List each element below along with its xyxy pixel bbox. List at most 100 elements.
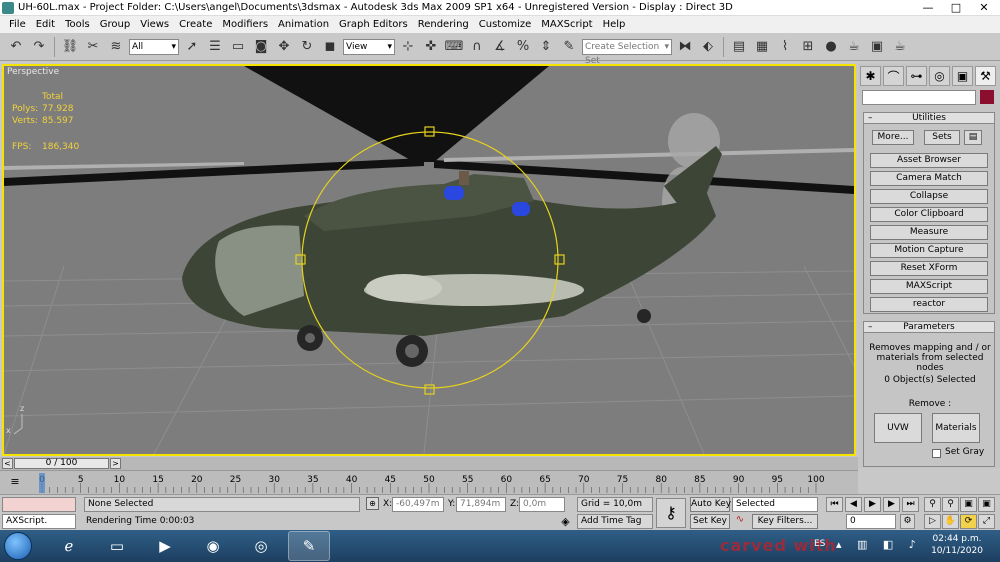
time-slider[interactable]: < 0 / 100 > [0,457,858,470]
redo-icon[interactable]: ↷ [29,37,49,57]
unlink-icon[interactable]: ✂ [83,37,103,57]
named-selection-set-dropdown[interactable]: Create Selection Set [582,38,672,66]
previous-frame-icon[interactable]: < [2,458,13,469]
x-coordinate-field[interactable]: -60,497m [392,497,444,512]
color-clipboard-button[interactable]: Color Clipboard [870,207,988,222]
collapse-button[interactable]: Collapse [870,189,988,204]
key-filters-button[interactable]: Key Filters... [752,514,818,529]
media-player-icon[interactable]: ▶ [144,531,186,561]
lock-selection-icon[interactable]: ⊕ [366,497,379,510]
material-editor-icon[interactable]: ● [821,37,841,57]
utilities-tab-icon[interactable]: ⚒ [975,66,996,86]
remove-materials-button[interactable]: Materials [932,413,980,443]
add-time-tag-button[interactable]: Add Time Tag [577,514,653,529]
file-explorer-icon[interactable]: ▭ [96,531,138,561]
graphite-icon[interactable]: ▦ [752,37,772,57]
pan-view-icon[interactable]: ✋ [942,514,959,529]
menu-graph-editors[interactable]: Graph Editors [334,16,413,33]
menu-group[interactable]: Group [95,16,135,33]
select-by-name-icon[interactable]: ☰ [205,37,225,57]
next-frame-icon[interactable]: > [110,458,121,469]
time-configuration-icon[interactable]: ⚙ [900,514,915,529]
current-frame-field[interactable]: 0 [846,514,896,529]
keyboard-shortcut-icon[interactable]: ⌨ [444,37,464,57]
more-button[interactable]: More... [872,130,914,145]
set-gray-checkbox[interactable] [932,449,941,458]
perspective-viewport[interactable]: Perspective Total Polys: 77.928 Verts: 8… [2,64,856,456]
layer-manager-icon[interactable]: ▤ [729,37,749,57]
edit-named-sets-icon[interactable]: ✎ [559,37,579,57]
maximize-button[interactable]: □ [942,0,970,16]
menu-rendering[interactable]: Rendering [413,16,474,33]
y-coordinate-field[interactable]: 71,894m [456,497,506,512]
mini-curve-editor-icon[interactable]: ≡ [8,475,22,489]
go-to-end-icon[interactable]: ⏭ [902,497,919,512]
quick-render-icon[interactable]: ☕ [890,37,910,57]
close-button[interactable]: ✕ [970,0,998,16]
rendered-frame-icon[interactable]: ▣ [867,37,887,57]
set-key-icon[interactable]: ⚷ [656,498,686,528]
align-icon[interactable]: ⬖ [698,37,718,57]
parameters-rollout-header[interactable]: – Parameters [863,321,995,333]
key-mode-dropdown[interactable]: Selected [732,497,818,512]
asset-browser-button[interactable]: Asset Browser [870,153,988,168]
menu-create[interactable]: Create [174,16,217,33]
menu-edit[interactable]: Edit [31,16,60,33]
menu-tools[interactable]: Tools [60,16,95,33]
previous-key-icon[interactable]: ◀ [845,497,862,512]
curve-editor-icon[interactable]: ⌇ [775,37,795,57]
play-icon[interactable]: ▶ [864,497,881,512]
schematic-view-icon[interactable]: ⊞ [798,37,818,57]
maxscript-mini-listener-top[interactable] [2,497,76,512]
go-to-start-icon[interactable]: ⏮ [826,497,843,512]
next-key-icon[interactable]: ▶ [883,497,900,512]
menu-modifiers[interactable]: Modifiers [217,16,273,33]
auto-key-button[interactable]: Auto Key [690,497,731,512]
motion-capture-button[interactable]: Motion Capture [870,243,988,258]
menu-animation[interactable]: Animation [273,16,334,33]
internet-explorer-icon[interactable]: ℯ [48,531,90,561]
move-icon[interactable]: ✥ [274,37,294,57]
zoom-icon[interactable]: ⚲ [924,497,941,512]
zoom-extents-icon[interactable]: ▣ [960,497,977,512]
window-crossing-icon[interactable]: ◙ [251,37,271,57]
object-color-swatch[interactable] [980,90,994,104]
menu-views[interactable]: Views [135,16,174,33]
minimize-button[interactable]: — [914,0,942,16]
menu-maxscript[interactable]: MAXScript [536,16,597,33]
undo-icon[interactable]: ↶ [6,37,26,57]
zoom-extents-all-icon[interactable]: ▣ [978,497,995,512]
remove-uvw-button[interactable]: UVW [874,413,922,443]
firefox-icon[interactable]: ◉ [192,531,234,561]
display-tab-icon[interactable]: ▣ [952,66,973,86]
language-indicator[interactable]: ES [814,539,825,549]
spinner-snap-icon[interactable]: ⇕ [536,37,556,57]
set-key-button[interactable]: Set Key [690,514,730,529]
menu-file[interactable]: File [4,16,31,33]
link-icon[interactable]: ⛓ [60,37,80,57]
bind-space-warp-icon[interactable]: ≋ [106,37,126,57]
start-button[interactable] [4,532,32,560]
paint-icon[interactable]: ✎ [288,531,330,561]
arc-rotate-icon[interactable]: ⟳ [960,514,977,529]
system-tray-icons[interactable]: ▴ ▥ ◧ ♪ [836,538,922,551]
snap-3d-icon[interactable]: ∩ [467,37,487,57]
object-name-field[interactable] [862,90,976,105]
taskbar-clock[interactable]: 02:44 p.m. 10/11/2020 [920,533,994,557]
selection-filter-dropdown[interactable]: All [129,38,179,55]
motion-tab-icon[interactable]: ◎ [929,66,950,86]
viewport-label[interactable]: Perspective [7,67,59,77]
menu-help[interactable]: Help [598,16,631,33]
menu-customize[interactable]: Customize [474,16,537,33]
time-slider-thumb[interactable]: 0 / 100 [14,458,109,469]
measure-button[interactable]: Measure [870,225,988,240]
rotate-icon[interactable]: ↻ [297,37,317,57]
z-coordinate-field[interactable]: 0,0m [519,497,565,512]
maximize-viewport-icon[interactable]: ⤢ [978,514,995,529]
hierarchy-tab-icon[interactable]: ⊶ [906,66,927,86]
3dsmax-icon[interactable]: ◎ [240,531,282,561]
mirror-icon[interactable]: ⧓ [675,37,695,57]
select-icon[interactable]: ➚ [182,37,202,57]
scale-icon[interactable]: ◼ [320,37,340,57]
camera-match-button[interactable]: Camera Match [870,171,988,186]
